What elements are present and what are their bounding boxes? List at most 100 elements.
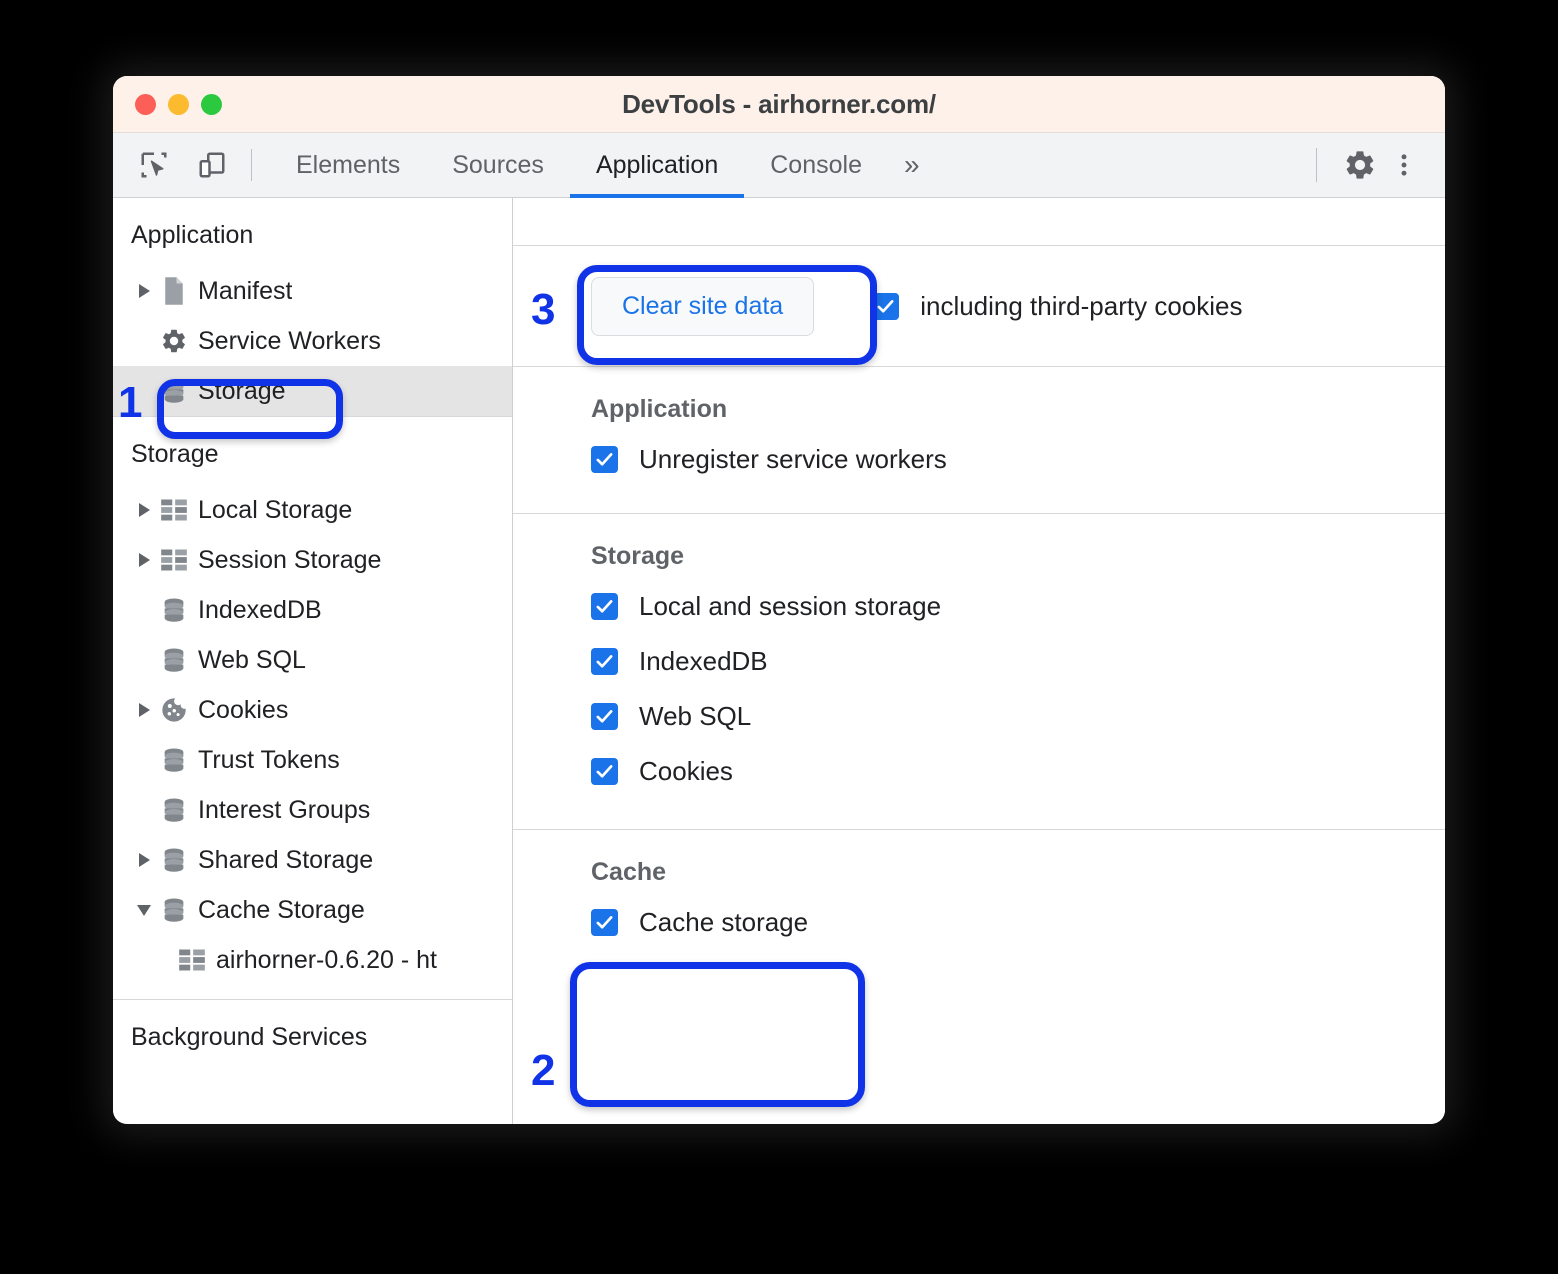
more-tabs-label: » (904, 149, 920, 181)
sidebar-item-trust-tokens[interactable]: Trust Tokens (113, 735, 512, 785)
clear-site-data-button[interactable]: Clear site data (591, 277, 814, 336)
sidebar-item-shared-storage-label: Shared Storage (198, 846, 373, 875)
application-section-title: Application (513, 367, 1445, 432)
sidebar-application-section: Application Manifest (113, 198, 512, 416)
cache-section: Cache Cache storage (513, 830, 1445, 970)
database-icon (157, 746, 191, 774)
sidebar-item-indexeddb-label: IndexedDB (198, 596, 322, 625)
sidebar-storage-section: Storage (113, 417, 512, 985)
tab-application[interactable]: Application (570, 133, 744, 197)
sidebar-item-storage-label: Storage (198, 377, 286, 406)
tab-console[interactable]: Console (744, 133, 888, 197)
sidebar-item-manifest-label: Manifest (198, 277, 292, 306)
local-session-storage-label: Local and session storage (639, 591, 941, 622)
database-icon (157, 846, 191, 874)
sidebar-item-service-workers[interactable]: Service Workers (113, 316, 512, 366)
chevron-down-icon[interactable] (131, 905, 157, 916)
database-icon (157, 377, 191, 405)
chevron-right-icon[interactable] (131, 703, 157, 717)
toolbar-right-divider (1316, 148, 1317, 182)
storage-section: Storage Local and session storage Indexe… (513, 514, 1445, 830)
sidebar-item-session-storage[interactable]: Session Storage (113, 535, 512, 585)
database-icon (157, 596, 191, 624)
cache-storage-row[interactable]: Cache storage (513, 895, 1445, 950)
chevron-right-icon[interactable] (131, 284, 157, 298)
sidebar-item-manifest[interactable]: Manifest (113, 266, 512, 316)
sidebar-item-cookies-label: Cookies (198, 696, 288, 725)
unregister-service-workers-row[interactable]: Unregister service workers (513, 432, 1445, 487)
third-party-cookies-checkbox[interactable] (872, 293, 899, 320)
sidebar-background-services-section: Background Services (113, 1000, 512, 1068)
sidebar-item-cache-entry[interactable]: airhorner-0.6.20 - ht (113, 935, 512, 985)
window-titlebar: DevTools - airhorner.com/ (113, 76, 1445, 133)
sidebar-item-shared-storage[interactable]: Shared Storage (113, 835, 512, 885)
tab-sources[interactable]: Sources (426, 133, 570, 197)
storage-section-title: Storage (513, 514, 1445, 579)
devtools-toolbar: Elements Sources Application Console » (113, 133, 1445, 198)
cache-storage-label: Cache storage (639, 907, 808, 938)
devtools-body: Application Manifest (113, 198, 1445, 1124)
cookies-row[interactable]: Cookies (513, 744, 1445, 799)
third-party-cookies-row[interactable]: including third-party cookies (872, 291, 1242, 322)
local-session-storage-checkbox[interactable] (591, 593, 618, 620)
local-session-storage-row[interactable]: Local and session storage (513, 579, 1445, 634)
sidebar-item-cookies[interactable]: Cookies (113, 685, 512, 735)
document-icon (157, 276, 191, 306)
inspect-element-icon[interactable] (135, 146, 173, 184)
sidebar-item-session-storage-label: Session Storage (198, 546, 381, 575)
database-icon (157, 646, 191, 674)
chevron-right-icon[interactable] (131, 853, 157, 867)
sidebar-item-cache-storage-label: Cache Storage (198, 896, 365, 925)
device-toolbar-icon[interactable] (193, 146, 231, 184)
cookie-icon (157, 696, 191, 724)
sidebar-item-cache-entry-label: airhorner-0.6.20 - ht (216, 946, 437, 975)
tab-console-label: Console (770, 151, 862, 180)
unregister-service-workers-checkbox[interactable] (591, 446, 618, 473)
web-sql-checkbox[interactable] (591, 703, 618, 730)
gear-icon[interactable] (1341, 146, 1379, 184)
sidebar-item-indexeddb[interactable]: IndexedDB (113, 585, 512, 635)
panel-tabs: Elements Sources Application Console » (270, 133, 936, 197)
more-tabs-icon[interactable]: » (888, 133, 936, 197)
third-party-cookies-label: including third-party cookies (920, 291, 1242, 322)
sidebar-item-storage[interactable]: Storage (113, 366, 512, 416)
chevron-right-icon[interactable] (131, 503, 157, 517)
chevron-right-icon[interactable] (131, 553, 157, 567)
toolbar-right-group (1316, 133, 1445, 197)
clear-site-data-row: Clear site data including third-party co… (513, 268, 1445, 344)
sidebar-item-web-sql[interactable]: Web SQL (113, 635, 512, 685)
toolbar-divider (251, 149, 252, 181)
kebab-menu-icon[interactable] (1385, 146, 1423, 184)
sidebar-item-local-storage[interactable]: Local Storage (113, 485, 512, 535)
cookies-checkbox[interactable] (591, 758, 618, 785)
indexeddb-row[interactable]: IndexedDB (513, 634, 1445, 689)
window-title: DevTools - airhorner.com/ (113, 89, 1445, 120)
cache-section-title: Cache (513, 830, 1445, 895)
table-icon (157, 548, 191, 572)
indexeddb-label: IndexedDB (639, 646, 768, 677)
sidebar-item-cache-storage[interactable]: Cache Storage (113, 885, 512, 935)
table-icon (175, 948, 209, 972)
screenshot-root: DevTools - airhorner.com/ (0, 0, 1558, 1274)
web-sql-label: Web SQL (639, 701, 751, 732)
sidebar-application-title: Application (113, 198, 512, 266)
cache-storage-checkbox[interactable] (591, 909, 618, 936)
devtools-window: DevTools - airhorner.com/ (113, 76, 1445, 1124)
web-sql-row[interactable]: Web SQL (513, 689, 1445, 744)
gear-icon (157, 327, 191, 355)
table-icon (157, 498, 191, 522)
toolbar-icon-group (113, 133, 231, 197)
unregister-service-workers-label: Unregister service workers (639, 444, 947, 475)
tab-sources-label: Sources (452, 151, 544, 180)
tab-elements[interactable]: Elements (270, 133, 426, 197)
database-icon (157, 896, 191, 924)
tab-application-label: Application (596, 151, 718, 180)
cookies-label: Cookies (639, 756, 733, 787)
indexeddb-checkbox[interactable] (591, 648, 618, 675)
application-sidebar: Application Manifest (113, 198, 513, 1124)
sidebar-item-local-storage-label: Local Storage (198, 496, 352, 525)
sidebar-item-web-sql-label: Web SQL (198, 646, 306, 675)
sidebar-item-service-workers-label: Service Workers (198, 327, 381, 356)
sidebar-item-interest-groups[interactable]: Interest Groups (113, 785, 512, 835)
tab-elements-label: Elements (296, 151, 400, 180)
